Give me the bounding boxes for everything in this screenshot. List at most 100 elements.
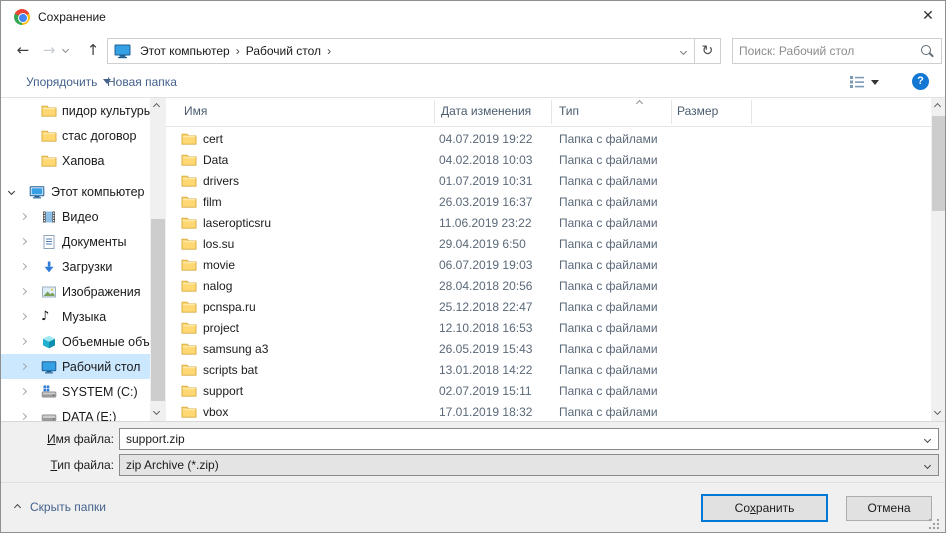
new-folder-button[interactable]: Новая папка [107, 75, 177, 89]
sidebar-item-data-e-[interactable]: DATA (E:) [1, 404, 150, 421]
sidebar-item-документы[interactable]: Документы [1, 229, 150, 254]
sidebar-item-изображения[interactable]: Изображения [1, 279, 150, 304]
filename-dropdown-chevron-icon[interactable] [924, 435, 931, 442]
chevron-right-icon[interactable] [20, 338, 27, 345]
forward-button[interactable]: → [37, 37, 61, 63]
sidebar-item-загрузки[interactable]: Загрузки [1, 254, 150, 279]
sidebar-item-хапова[interactable]: Хапова [1, 148, 150, 173]
cell-type: Папка с файлами [559, 384, 658, 398]
sidebar-item-музыка[interactable]: ♪Музыка [1, 304, 150, 329]
address-dropdown-chevron-icon[interactable] [680, 47, 687, 54]
sidebar-item-label: Этот компьютер [51, 185, 144, 199]
column-divider[interactable] [671, 100, 672, 124]
sidebar-item-label: Видео [62, 210, 99, 224]
hide-folders-button[interactable]: Скрыть папки [15, 500, 106, 514]
cell-type: Папка с файлами [559, 132, 658, 146]
list-scroll-up-icon[interactable] [934, 103, 941, 110]
sidebar-item-system-c-[interactable]: SYSTEM (C:) [1, 379, 150, 404]
cell-date: 13.01.2018 14:22 [439, 363, 532, 377]
close-button[interactable]: ✕ [909, 1, 946, 31]
chevron-right-icon[interactable] [20, 288, 27, 295]
column-header-name[interactable]: Имя [184, 104, 207, 118]
up-button[interactable]: ↑ [81, 37, 105, 63]
refresh-button[interactable]: ↻ [695, 38, 721, 64]
save-dialog-window: Сохранение ✕ ← → ↑ Этот компьютер›Рабочи… [0, 0, 946, 533]
chevron-right-icon[interactable] [20, 363, 27, 370]
sidebar-item-label: DATA (E:) [62, 410, 116, 422]
cell-type: Папка с файлами [559, 300, 658, 314]
table-row[interactable]: pcnspa.ru25.12.2018 22:47Папка с файлами [166, 297, 931, 318]
chevron-right-icon[interactable] [20, 388, 27, 395]
table-row[interactable]: project12.10.2018 16:53Папка с файлами [166, 318, 931, 339]
list-scroll-down-icon[interactable] [934, 408, 941, 415]
breadcrumb-separator-icon[interactable]: › [236, 44, 240, 58]
table-row[interactable]: cert04.07.2019 19:22Папка с файлами [166, 129, 931, 150]
chevron-right-icon[interactable] [20, 413, 27, 420]
save-button[interactable]: Сохранить [701, 494, 828, 522]
cancel-button[interactable]: Отмена [846, 496, 932, 521]
sidebar-item-стас-договор[interactable]: стас договор [1, 123, 150, 148]
cell-date: 29.04.2019 6:50 [439, 237, 526, 251]
table-row[interactable]: Data04.02.2018 10:03Папка с файлами [166, 150, 931, 171]
search-icon[interactable] [919, 43, 935, 59]
back-button[interactable]: ← [11, 37, 35, 63]
sidebar-item-label: Загрузки [62, 260, 112, 274]
cell-name: film [203, 195, 222, 209]
breadcrumb-separator-icon[interactable]: › [327, 44, 331, 58]
cell-type: Папка с файлами [559, 153, 658, 167]
filetype-dropdown[interactable]: zip Archive (*.zip) [119, 454, 939, 476]
search-input[interactable] [733, 44, 919, 58]
column-divider[interactable] [434, 100, 435, 124]
cell-date: 28.04.2018 20:56 [439, 279, 532, 293]
table-row[interactable]: support02.07.2019 15:11Папка с файлами [166, 381, 931, 402]
chevron-right-icon[interactable] [20, 263, 27, 270]
chevron-right-icon[interactable] [20, 213, 27, 220]
filename-input[interactable] [120, 432, 925, 446]
tree-scrollbar-thumb[interactable] [151, 219, 165, 401]
column-header-type[interactable]: Тип [559, 104, 579, 118]
address-bar[interactable]: Этот компьютер›Рабочий стол› [107, 38, 695, 64]
sidebar-item-label: SYSTEM (C:) [62, 385, 138, 399]
folder-icon [181, 383, 197, 399]
table-row[interactable]: vbox17.01.2019 18:32Папка с файлами [166, 402, 931, 421]
breadcrumb-item[interactable]: Этот компьютер [136, 44, 234, 58]
column-header-size[interactable]: Размер [677, 104, 718, 118]
sidebar-item-label: Музыка [62, 310, 106, 324]
drive-system-icon [41, 384, 57, 400]
cell-name: vbox [203, 405, 228, 419]
sidebar-item-этот-компьютер[interactable]: Этот компьютер [1, 179, 150, 204]
list-scrollbar-thumb[interactable] [932, 116, 946, 211]
chevron-right-icon[interactable] [20, 313, 27, 320]
chevron-right-icon[interactable] [20, 238, 27, 245]
table-row[interactable]: film26.03.2019 16:37Папка с файлами [166, 192, 931, 213]
cell-date: 25.12.2018 22:47 [439, 300, 532, 314]
table-row[interactable]: los.su29.04.2019 6:50Папка с файлами [166, 234, 931, 255]
sidebar-item-label: стас договор [62, 129, 136, 143]
sidebar-item-видео[interactable]: Видео [1, 204, 150, 229]
help-button[interactable]: ? [912, 73, 929, 90]
organize-button[interactable]: Упорядочить [26, 75, 111, 89]
table-row[interactable]: samsung a326.05.2019 15:43Папка с файлам… [166, 339, 931, 360]
table-row[interactable]: scripts bat13.01.2018 14:22Папка с файла… [166, 360, 931, 381]
table-row[interactable]: laseropticsru11.06.2019 23:22Папка с фай… [166, 213, 931, 234]
tree-scroll-up-icon[interactable] [153, 103, 160, 110]
column-divider[interactable] [751, 100, 752, 124]
sidebar-item-объемные-объекты[interactable]: Объемные объекты [1, 329, 150, 354]
sidebar-item-рабочий-стол[interactable]: Рабочий стол [1, 354, 150, 379]
view-mode-button[interactable] [849, 75, 879, 89]
table-row[interactable]: nalog28.04.2018 20:56Папка с файлами [166, 276, 931, 297]
column-divider[interactable] [551, 100, 552, 124]
tree-scroll-down-icon[interactable] [153, 408, 160, 415]
folder-icon [181, 131, 197, 147]
table-row[interactable]: movie06.07.2019 19:03Папка с файлами [166, 255, 931, 276]
column-header-date[interactable]: Дата изменения [441, 104, 531, 118]
chevron-down-icon[interactable] [8, 188, 15, 195]
cell-name: cert [203, 132, 223, 146]
sidebar-item-пидор-культуры[interactable]: пидор культуры [1, 98, 150, 123]
folder-icon [181, 236, 197, 252]
table-row[interactable]: drivers01.07.2019 10:31Папка с файлами [166, 171, 931, 192]
chrome-icon [14, 9, 30, 25]
breadcrumb-item[interactable]: Рабочий стол [242, 44, 325, 58]
resize-grip[interactable] [929, 519, 941, 531]
cell-name: drivers [203, 174, 239, 188]
